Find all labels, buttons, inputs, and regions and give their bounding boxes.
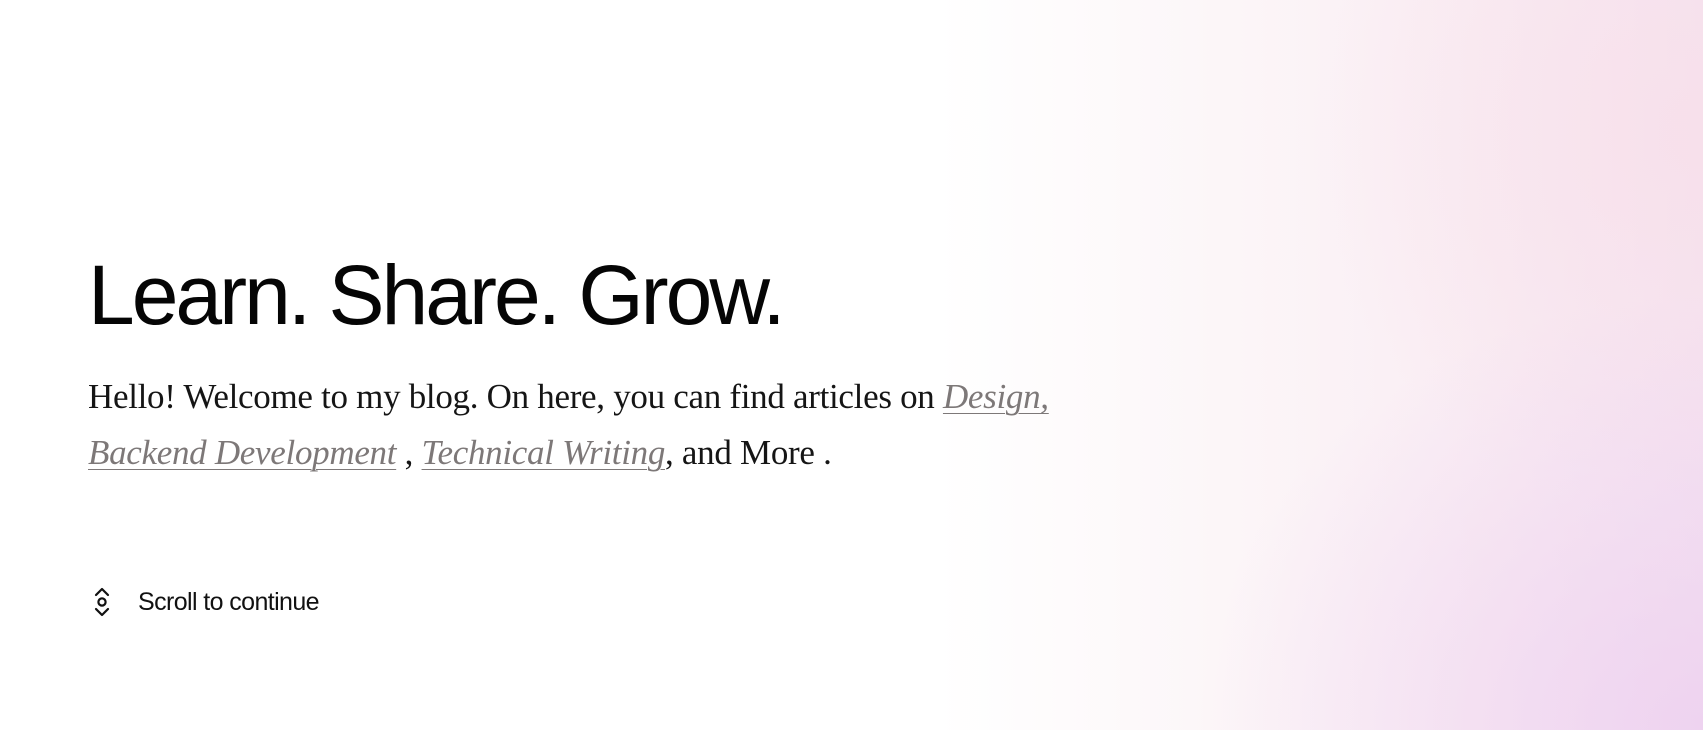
and-more-text: , and More bbox=[665, 433, 815, 472]
topic-link-technical-writing[interactable]: Technical Writing bbox=[422, 433, 666, 472]
scroll-to-continue-button[interactable]: Scroll to continue bbox=[88, 584, 320, 620]
final-period: . bbox=[823, 433, 832, 472]
topic-link-design[interactable]: Design, bbox=[943, 377, 1049, 416]
topic-separator: , bbox=[404, 433, 414, 472]
topic-link-backend-development[interactable]: Backend Development bbox=[88, 433, 396, 472]
intro-text: Hello! Welcome to my blog. On here, you … bbox=[88, 377, 935, 416]
hero-intro: Hello! Welcome to my blog. On here, you … bbox=[88, 369, 1098, 481]
hero-section: Learn. Share. Grow. Hello! Welcome to my… bbox=[88, 245, 1188, 481]
scroll-to-continue-label: Scroll to continue bbox=[138, 587, 320, 616]
scroll-icon bbox=[88, 584, 116, 620]
hero-headline: Learn. Share. Grow. bbox=[88, 248, 786, 342]
